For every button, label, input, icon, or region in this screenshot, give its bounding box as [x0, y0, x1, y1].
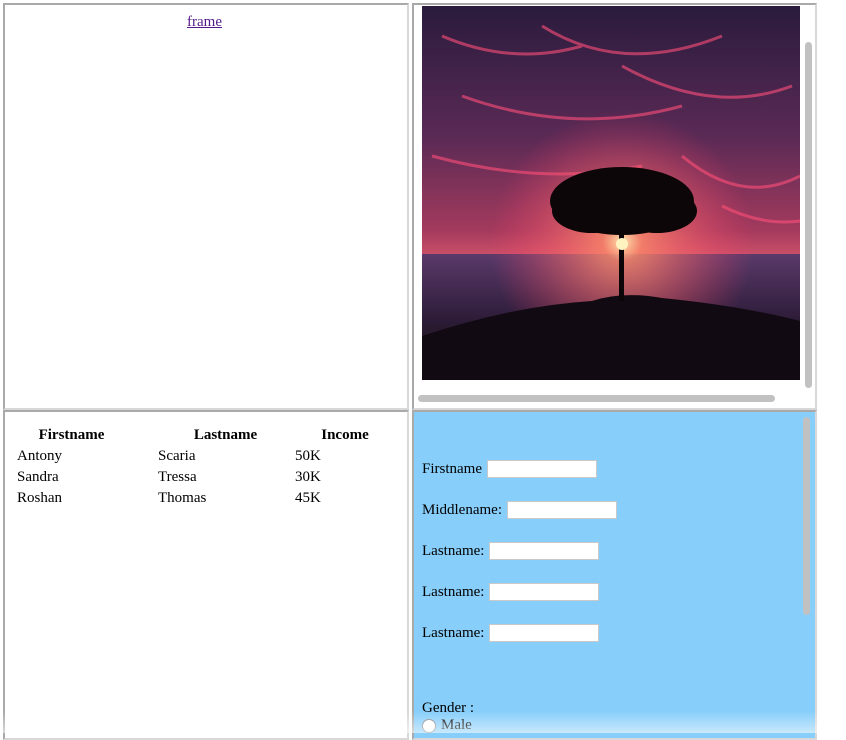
lastname-label: Lastname:	[422, 624, 485, 641]
lastname-input[interactable]	[489, 583, 600, 601]
lastname-row: Lastname:	[422, 583, 600, 601]
income-table: Firstname Lastname Income Antony Scaria …	[15, 424, 397, 510]
lastname-label: Lastname:	[422, 542, 485, 559]
cell-lastname: Tressa	[158, 469, 197, 485]
top-left-frame: frame	[3, 3, 409, 410]
cell-firstname: Antony	[17, 448, 62, 464]
header-income: Income	[321, 427, 369, 443]
gender-label: Gender :	[422, 700, 475, 716]
cell-firstname: Roshan	[17, 490, 62, 506]
cell-lastname: Scaria	[158, 448, 196, 464]
vertical-scrollbar[interactable]	[805, 42, 812, 388]
sunset-tree-image	[422, 6, 800, 380]
firstname-input[interactable]	[487, 460, 597, 478]
male-label: Male	[441, 717, 472, 733]
middlename-row: Middlename:	[422, 501, 617, 519]
lastname-input[interactable]	[489, 542, 600, 560]
horizontal-scrollbar[interactable]	[418, 395, 775, 402]
cell-income: 45K	[295, 490, 321, 506]
bottom-left-table-frame: Firstname Lastname Income Antony Scaria …	[3, 410, 409, 740]
lastname-input[interactable]	[489, 624, 600, 642]
cell-income: 50K	[295, 448, 321, 464]
table-row: Roshan Thomas 45K	[17, 489, 395, 508]
header-firstname: Firstname	[38, 427, 105, 443]
cell-lastname: Thomas	[158, 490, 207, 506]
firstname-label: Firstname	[422, 460, 482, 477]
top-right-image-frame	[412, 3, 817, 410]
male-radio[interactable]	[422, 718, 436, 733]
middlename-label: Middlename:	[422, 501, 502, 518]
table-header-row: Firstname Lastname Income	[17, 426, 395, 445]
cell-income: 30K	[295, 469, 321, 485]
header-lastname: Lastname	[193, 427, 258, 443]
middlename-input[interactable]	[506, 501, 617, 519]
firstname-row: Firstname	[422, 460, 597, 478]
bottom-right-form-frame: Firstname Middlename: Lastname: Lastname…	[412, 410, 817, 740]
lastname-row: Lastname:	[422, 624, 600, 642]
cell-firstname: Sandra	[17, 469, 59, 485]
gender-option-male[interactable]: Male	[422, 717, 472, 734]
lastname-row: Lastname:	[422, 542, 600, 560]
vertical-scrollbar[interactable]	[803, 417, 810, 615]
lastname-label: Lastname:	[422, 583, 485, 600]
table-row: Sandra Tressa 30K	[17, 468, 395, 487]
frame-link[interactable]: frame	[187, 14, 222, 31]
table-row: Antony Scaria 50K	[17, 447, 395, 466]
